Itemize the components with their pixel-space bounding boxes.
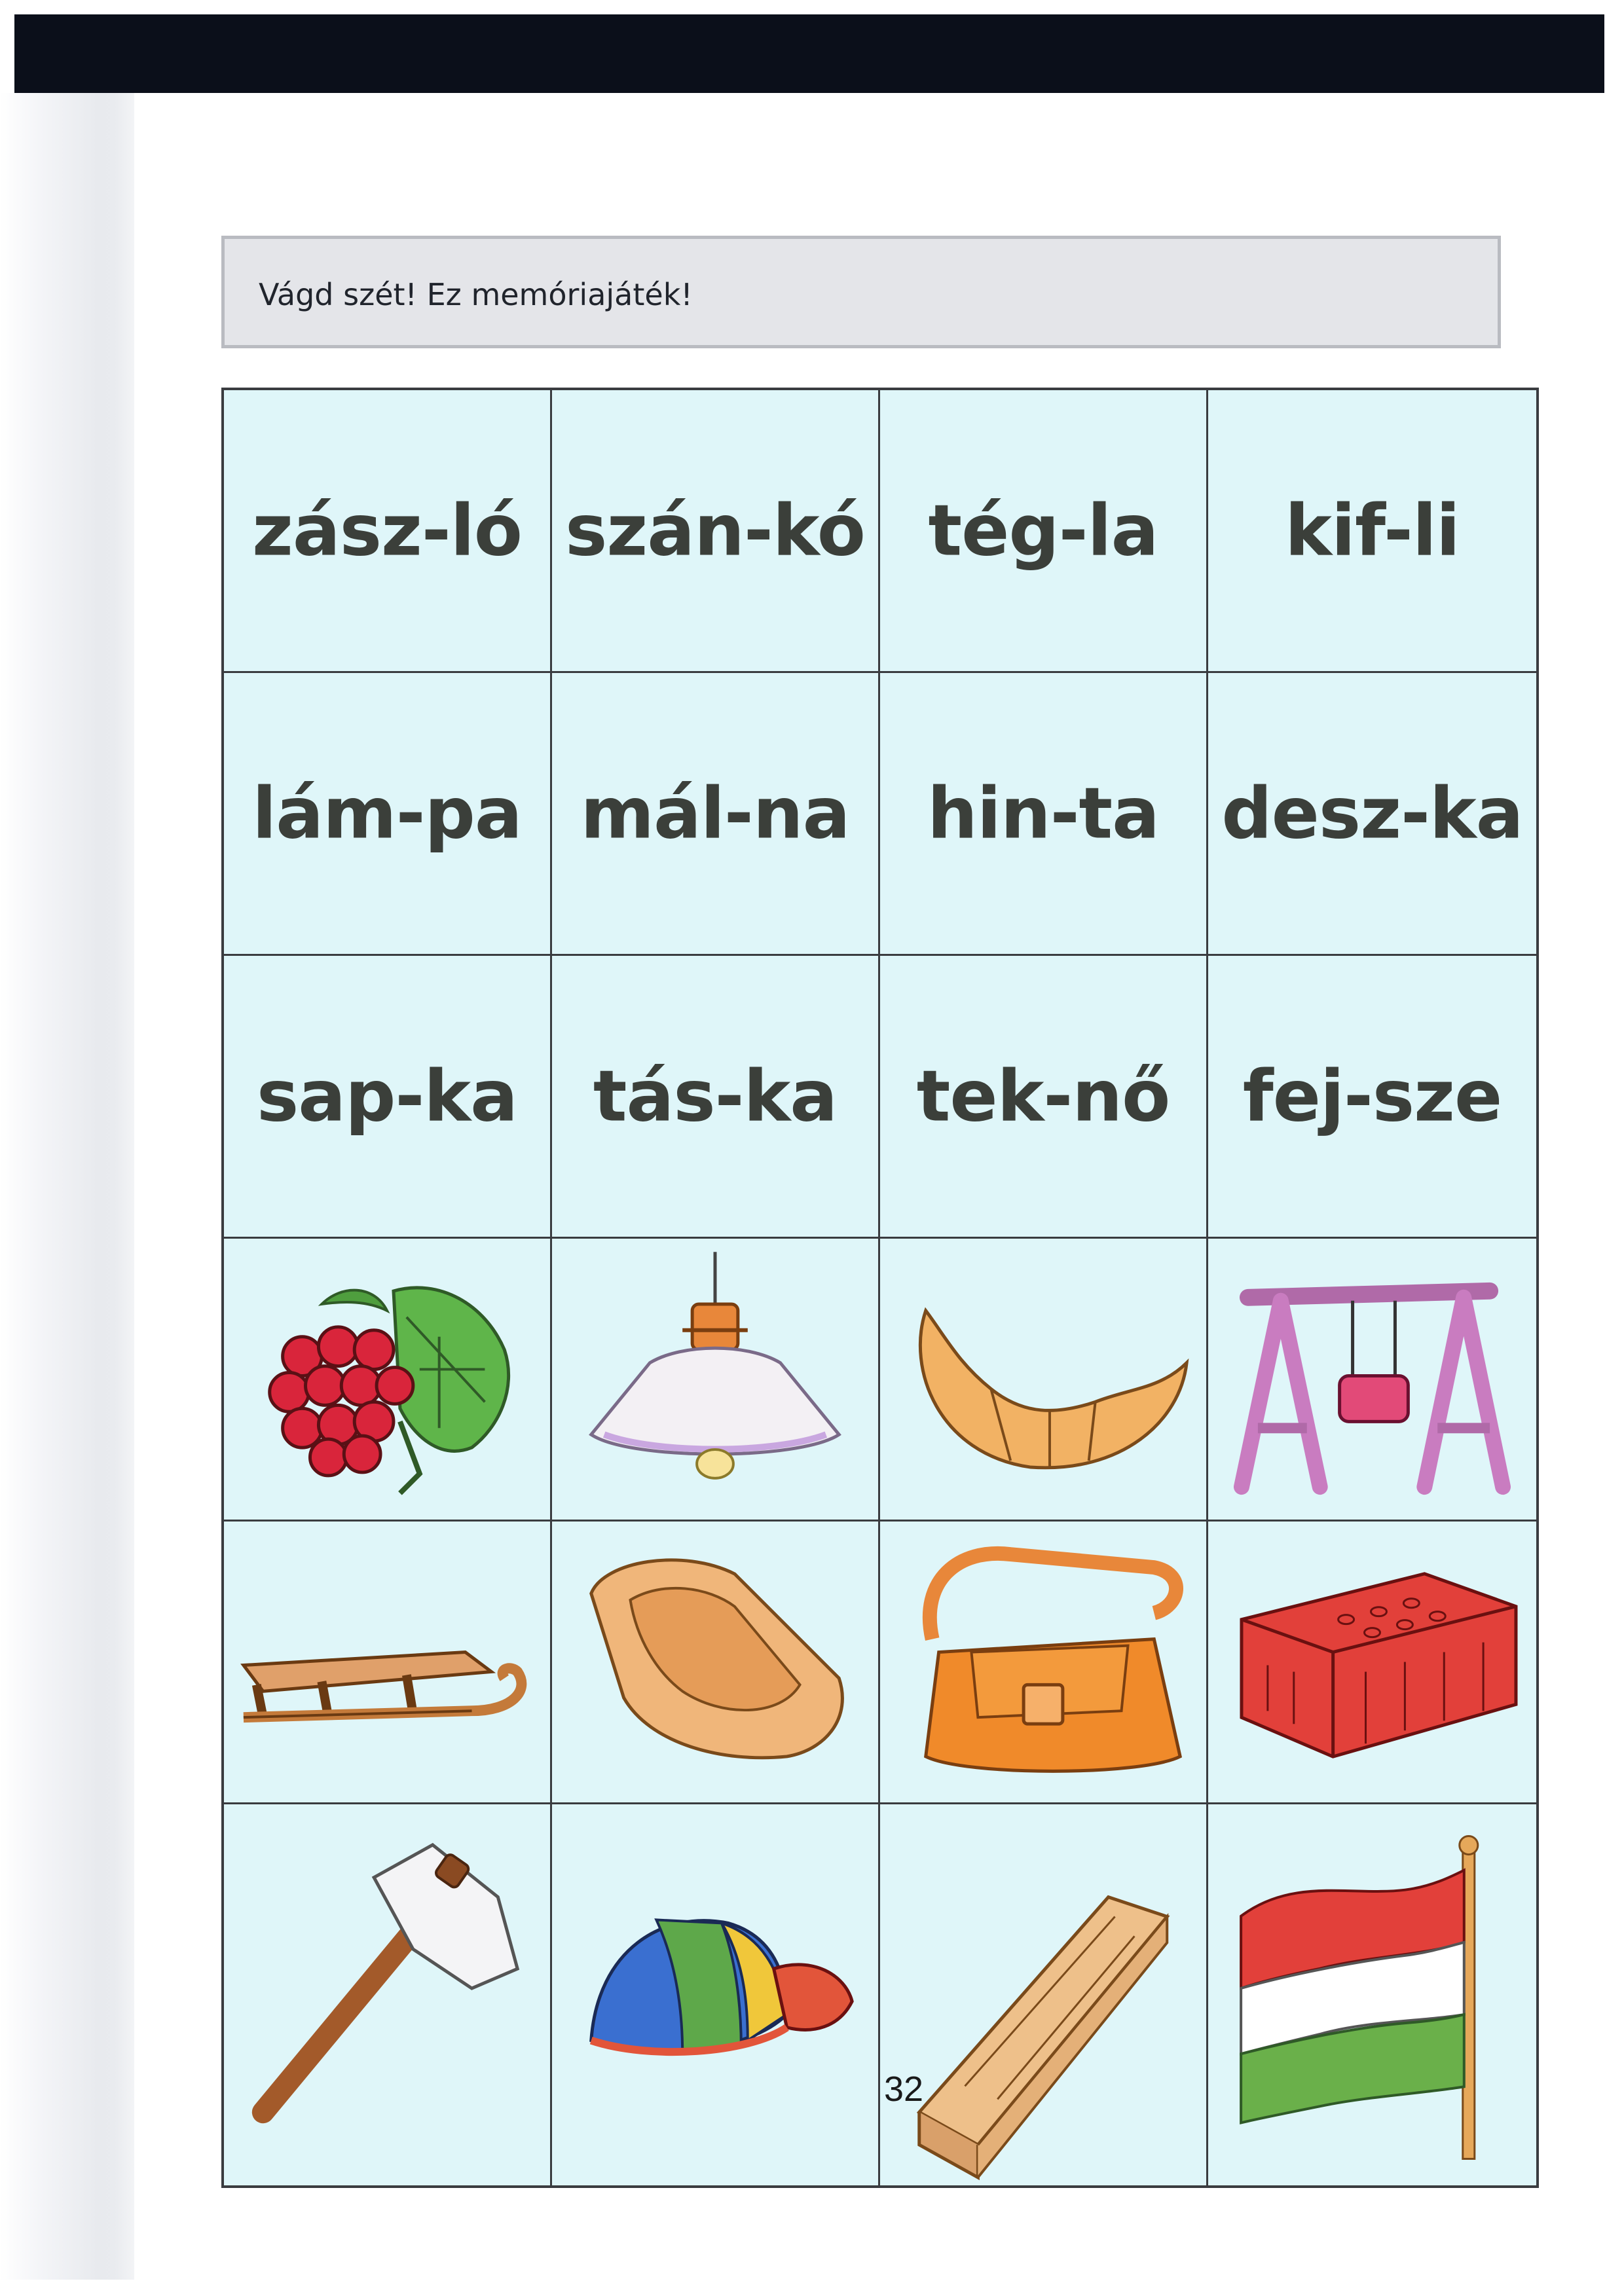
page-number: 32 <box>883 2069 924 2109</box>
swing-icon <box>1233 1282 1511 1495</box>
word-card[interactable]: fej-sze <box>1208 956 1536 1239</box>
word-card[interactable]: hin-ta <box>880 673 1208 956</box>
instruction-box: Vágd szét! Ez memóriajáték! <box>221 236 1501 348</box>
word-label: tás-ka <box>593 1055 838 1137</box>
picture-card[interactable] <box>1208 1522 1536 1804</box>
book-spine-shadow <box>0 93 134 2280</box>
instruction-text: Vágd szét! Ez memóriajáték! <box>259 277 693 312</box>
picture-card[interactable] <box>552 1804 880 2185</box>
word-card[interactable]: tek-nő <box>880 956 1208 1239</box>
word-label: sap-ka <box>257 1055 518 1137</box>
word-label: desz-ka <box>1221 773 1523 854</box>
memory-card-grid: zász-ló szán-kó tég-la kif-li lám-pa mál… <box>221 388 1539 2188</box>
flag-icon <box>1240 1835 1479 2160</box>
word-label: tég-la <box>928 490 1159 572</box>
axe-icon <box>251 1842 520 2124</box>
picture-card[interactable] <box>880 1239 1208 1522</box>
word-label: fej-sze <box>1242 1055 1502 1137</box>
picture-card[interactable] <box>880 1804 1208 2185</box>
word-label: tek-nő <box>916 1055 1171 1137</box>
word-label: lám-pa <box>252 773 522 854</box>
word-label: mál-na <box>580 773 850 854</box>
scan-top-bar <box>14 14 1604 93</box>
picture-card[interactable] <box>224 1804 552 2185</box>
picture-card[interactable] <box>224 1522 552 1804</box>
word-label: hin-ta <box>927 773 1160 854</box>
picture-card[interactable] <box>552 1239 880 1522</box>
word-label: szán-kó <box>565 490 866 572</box>
word-card[interactable]: tég-la <box>880 390 1208 673</box>
word-card[interactable]: lám-pa <box>224 673 552 956</box>
word-card[interactable]: szán-kó <box>552 390 880 673</box>
trough-icon <box>589 1558 844 1760</box>
brick-icon <box>1240 1572 1518 1758</box>
word-label: zász-ló <box>252 490 523 572</box>
word-card[interactable]: zász-ló <box>224 390 552 673</box>
word-card[interactable]: kif-li <box>1208 390 1536 673</box>
croissant-icon <box>918 1307 1189 1470</box>
picture-card[interactable] <box>1208 1239 1536 1522</box>
picture-card[interactable] <box>552 1522 880 1804</box>
picture-card[interactable] <box>224 1239 552 1522</box>
word-card[interactable]: desz-ka <box>1208 673 1536 956</box>
word-card[interactable]: tás-ka <box>552 956 880 1239</box>
raspberry-icon <box>268 1286 511 1495</box>
word-label: kif-li <box>1285 490 1460 572</box>
plank-icon <box>916 1895 1170 2181</box>
word-card[interactable]: sap-ka <box>224 956 552 1239</box>
picture-card[interactable] <box>1208 1804 1536 2185</box>
sled-icon <box>240 1650 527 1723</box>
lamp-icon <box>589 1252 841 1480</box>
bag-icon <box>922 1546 1183 1773</box>
word-card[interactable]: mál-na <box>552 673 880 956</box>
cap-icon <box>589 1918 854 2056</box>
picture-card[interactable] <box>880 1522 1208 1804</box>
